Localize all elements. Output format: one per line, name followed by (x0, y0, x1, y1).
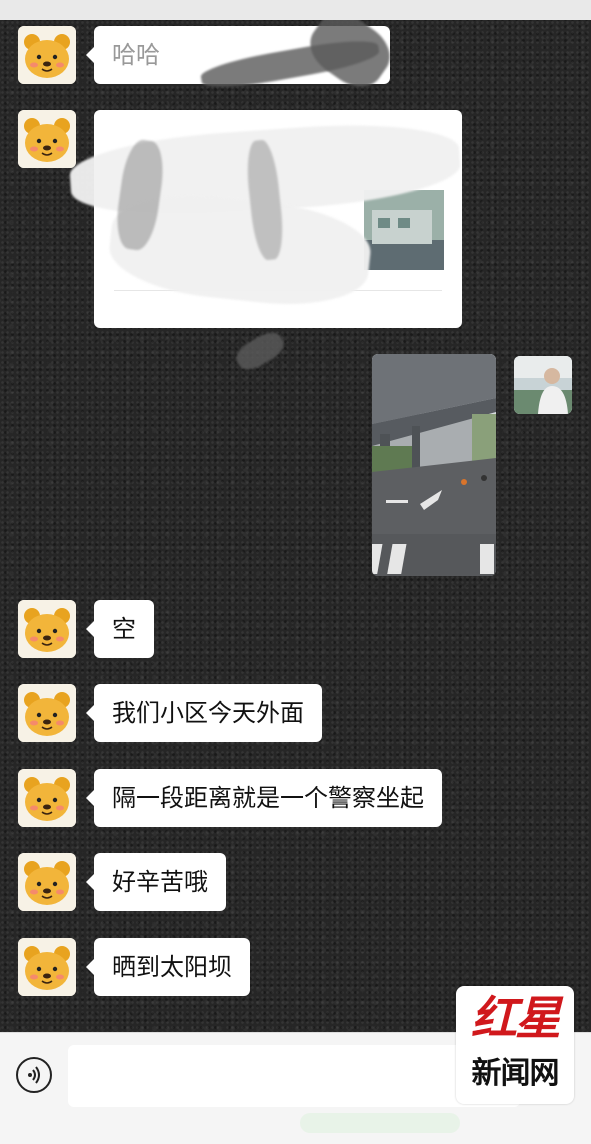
voice-input-button[interactable] (16, 1057, 52, 1093)
message-text: 我们小区今天外面 (112, 699, 304, 727)
message-bubble[interactable]: 空 (86, 600, 154, 658)
pooh-avatar-icon (18, 938, 76, 996)
chat-area[interactable]: 哈哈 空 我们小区今天外面 隔一段距离就是一个警察坐起 好辛苦哦 晒到太阳坝 (0, 20, 591, 1032)
contact-avatar[interactable] (18, 26, 76, 84)
message-text: 隔一段距离就是一个警察坐起 (112, 784, 424, 812)
street-photo-message[interactable] (372, 354, 496, 576)
watermark-brand: 红星 (471, 991, 561, 1045)
link-card-thumbnail (364, 190, 444, 270)
contact-avatar[interactable] (18, 110, 76, 168)
pooh-avatar-icon (18, 769, 76, 827)
contact-avatar[interactable] (18, 938, 76, 996)
publisher-watermark: 红星 新闻网 (456, 986, 574, 1104)
message-text: 哈哈 (112, 41, 160, 69)
pooh-avatar-icon (18, 110, 76, 168)
pooh-avatar-icon (18, 600, 76, 658)
contact-avatar[interactable] (18, 684, 76, 742)
watermark-subtitle: 新闻网 (471, 1056, 560, 1091)
message-text: 空 (112, 615, 136, 643)
status-strip (0, 0, 591, 20)
message-input[interactable] (68, 1045, 520, 1107)
message-text: 好辛苦哦 (112, 868, 208, 896)
message-text: 晒到太阳坝 (112, 953, 232, 981)
message-bubble[interactable]: 隔一段距离就是一个警察坐起 (86, 769, 442, 827)
redaction-scribble (231, 327, 289, 375)
pooh-avatar-icon (18, 853, 76, 911)
pooh-avatar-icon (18, 684, 76, 742)
contact-avatar[interactable] (18, 600, 76, 658)
message-bubble[interactable]: 好辛苦哦 (86, 853, 226, 911)
message-bubble[interactable]: 我们小区今天外面 (86, 684, 322, 742)
home-indicator-area (300, 1113, 460, 1133)
self-avatar[interactable] (514, 356, 572, 414)
message-bubble[interactable]: 晒到太阳坝 (86, 938, 250, 996)
pooh-avatar-icon (18, 26, 76, 84)
contact-avatar[interactable] (18, 853, 76, 911)
voice-icon (28, 1066, 40, 1084)
contact-avatar[interactable] (18, 769, 76, 827)
